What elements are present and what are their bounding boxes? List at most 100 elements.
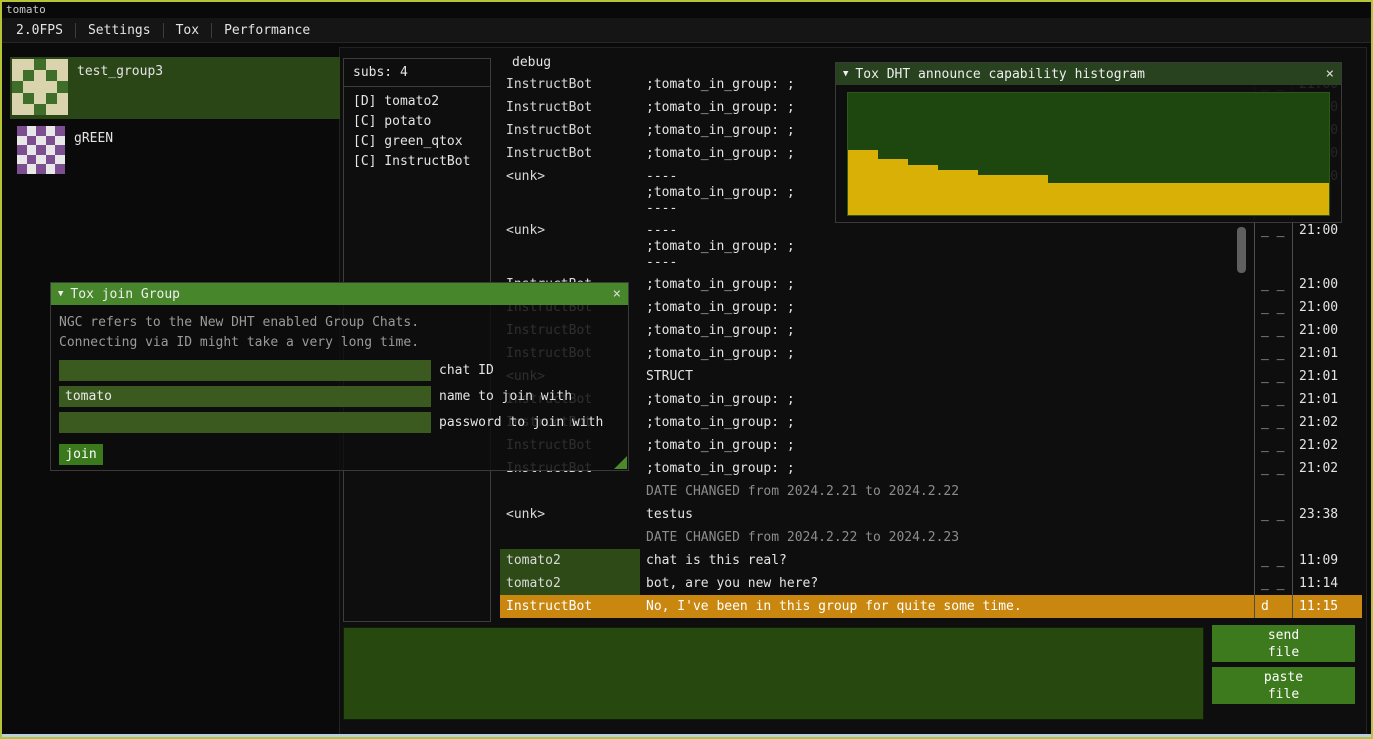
histogram-bar xyxy=(1128,183,1138,215)
join-field-name-to-join-with[interactable] xyxy=(59,386,431,407)
date-changed-text: DATE CHANGED from 2024.2.22 to 2024.2.23 xyxy=(640,526,1254,549)
join-field-label: chat ID xyxy=(439,363,494,378)
chat-row[interactable]: InstructBot;tomato_in_group: ;_ _21:02 xyxy=(500,457,1362,480)
chat-sender xyxy=(500,526,640,549)
message-input[interactable] xyxy=(343,627,1204,720)
join-info-line-2: Connecting via ID might take a very long… xyxy=(59,333,620,353)
join-field-row: chat ID xyxy=(59,360,620,381)
histogram-bar xyxy=(898,159,908,215)
collapse-arrow-icon[interactable]: ▼ xyxy=(843,69,848,79)
app-window: tomato 2.0FPSSettingsToxPerformance test… xyxy=(0,0,1373,739)
chat-scrollbar[interactable] xyxy=(1237,227,1246,273)
chat-message-text: chat is this real? xyxy=(640,549,1254,572)
join-field-chat-ID[interactable] xyxy=(59,360,431,381)
histogram-bar xyxy=(938,170,948,215)
menu-separator xyxy=(163,23,164,38)
chat-flags: d xyxy=(1254,595,1292,618)
chat-message-text: ;tomato_in_group: ; xyxy=(640,457,1254,480)
chat-row[interactable]: InstructBot;tomato_in_group: ;_ _21:01 xyxy=(500,388,1362,411)
chat-timestamp: 11:15 xyxy=(1292,595,1362,618)
join-window-titlebar[interactable]: ▼ Tox join Group × xyxy=(51,283,628,305)
chat-row[interactable]: InstructBotNo, I've been in this group f… xyxy=(500,595,1362,618)
send-file-button[interactable]: send file xyxy=(1212,625,1355,662)
chat-row[interactable]: tomato2chat is this real?_ _11:09 xyxy=(500,549,1362,572)
join-group-window: ▼ Tox join Group × NGC refers to the New… xyxy=(50,282,629,471)
paste-file-button[interactable]: paste file xyxy=(1212,667,1355,704)
histogram-plot[interactable] xyxy=(847,92,1330,216)
chat-row[interactable]: InstructBot;tomato_in_group: ;_ _21:02 xyxy=(500,411,1362,434)
menu-separator xyxy=(75,23,76,38)
chat-flags: _ _ xyxy=(1254,296,1292,319)
chat-flags xyxy=(1254,526,1292,549)
chat-message-text: ---- ;tomato_in_group: ; ---- xyxy=(640,219,1254,273)
chat-row[interactable]: tomato2bot, are you new here?_ _11:14 xyxy=(500,572,1362,595)
histogram-bar xyxy=(968,170,978,215)
close-icon[interactable]: × xyxy=(613,286,621,302)
chat-date-row[interactable]: DATE CHANGED from 2024.2.22 to 2024.2.23 xyxy=(500,526,1362,549)
os-titlebar[interactable]: tomato xyxy=(2,2,1371,18)
menu-bar: 2.0FPSSettingsToxPerformance xyxy=(2,18,1371,43)
histogram-bar xyxy=(1219,183,1229,215)
chat-sender: <unk> xyxy=(500,503,640,526)
join-field-label: password to join with xyxy=(439,415,603,430)
close-icon[interactable]: × xyxy=(1326,66,1334,82)
chat-row[interactable]: InstructBot;tomato_in_group: ;_ _21:02 xyxy=(500,434,1362,457)
chat-timestamp: 21:01 xyxy=(1292,365,1362,388)
chat-message-text: ;tomato_in_group: ; xyxy=(640,319,1254,342)
member-item[interactable]: [D] tomato2 xyxy=(353,92,481,112)
histogram-bar xyxy=(1239,183,1249,215)
member-item[interactable]: [C] potato xyxy=(353,112,481,132)
chat-flags: _ _ xyxy=(1254,411,1292,434)
chat-flags: _ _ xyxy=(1254,549,1292,572)
chat-sender: InstructBot xyxy=(500,595,640,618)
menu-item-performance[interactable]: Performance xyxy=(214,20,320,41)
chat-message-text: ;tomato_in_group: ; xyxy=(640,296,1254,319)
chat-row[interactable]: <unk>STRUCT_ _21:01 xyxy=(500,365,1362,388)
collapse-arrow-icon[interactable]: ▼ xyxy=(58,289,63,299)
histogram-bar xyxy=(1038,175,1048,215)
chat-date-row[interactable]: DATE CHANGED from 2024.2.21 to 2024.2.22 xyxy=(500,480,1362,503)
chat-timestamp: 21:02 xyxy=(1292,411,1362,434)
histogram-bar xyxy=(858,150,868,215)
histogram-bar xyxy=(1309,183,1319,215)
chat-timestamp: 21:01 xyxy=(1292,342,1362,365)
histogram-bar xyxy=(1209,183,1219,215)
histogram-bar xyxy=(1158,183,1168,215)
histogram-window-titlebar[interactable]: ▼ Tox DHT announce capability histogram … xyxy=(836,63,1341,85)
histogram-bar xyxy=(1068,183,1078,215)
histogram-bar xyxy=(848,150,858,215)
join-button[interactable]: join xyxy=(59,444,103,465)
histogram-bar xyxy=(868,150,878,215)
histogram-bar xyxy=(1028,175,1038,215)
group-item-gREEN[interactable]: gREEN xyxy=(10,124,340,186)
tab-debug[interactable]: debug xyxy=(512,55,551,73)
join-field-password-to-join-with[interactable] xyxy=(59,412,431,433)
histogram-bar xyxy=(1319,183,1329,215)
chat-sender: <unk> xyxy=(500,165,640,219)
member-item[interactable]: [C] green_qtox xyxy=(353,132,481,152)
group-item-test_group3[interactable]: test_group3 xyxy=(10,57,340,119)
group-avatar xyxy=(17,126,65,174)
chat-row[interactable]: InstructBot;tomato_in_group: ;_ _21:01 xyxy=(500,342,1362,365)
group-label: gREEN xyxy=(74,126,113,184)
chat-sender: InstructBot xyxy=(500,96,640,119)
chat-row[interactable]: InstructBot;tomato_in_group: ;_ _21:00 xyxy=(500,319,1362,342)
chat-row[interactable]: InstructBot;tomato_in_group: ;_ _21:00 xyxy=(500,296,1362,319)
histogram-bar xyxy=(958,170,968,215)
chat-row[interactable]: <unk>testus_ _23:38 xyxy=(500,503,1362,526)
menu-item-settings[interactable]: Settings xyxy=(78,20,161,41)
chat-row[interactable]: InstructBot;tomato_in_group: ;_ _21:00 xyxy=(500,273,1362,296)
menu-item-tox[interactable]: Tox xyxy=(166,20,209,41)
chat-timestamp: 11:09 xyxy=(1292,549,1362,572)
chat-message-text: ;tomato_in_group: ; xyxy=(640,434,1254,457)
join-field-label: name to join with xyxy=(439,389,572,404)
resize-grip-icon[interactable] xyxy=(614,456,627,469)
chat-flags: _ _ xyxy=(1254,342,1292,365)
histogram-bar xyxy=(1138,183,1148,215)
chat-row[interactable]: <unk>---- ;tomato_in_group: ; ----_ _21:… xyxy=(500,219,1362,273)
chat-sender: tomato2 xyxy=(500,549,640,572)
histogram-window-title: Tox DHT announce capability histogram xyxy=(855,67,1145,82)
chat-timestamp: 21:00 xyxy=(1292,273,1362,296)
member-item[interactable]: [C] InstructBot xyxy=(353,152,481,172)
chat-timestamp: 11:14 xyxy=(1292,572,1362,595)
